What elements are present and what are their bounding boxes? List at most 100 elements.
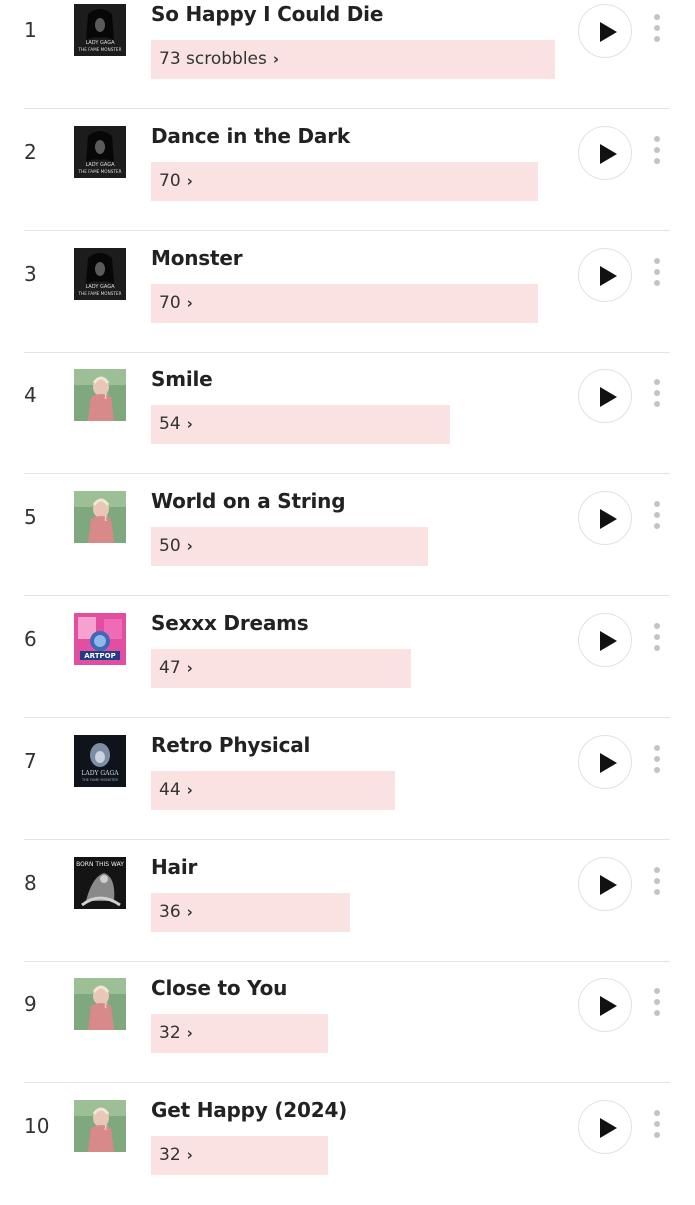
more-options-icon[interactable] [650,14,664,48]
scrobble-bar[interactable]: 36 › [151,892,350,932]
scrobble-bar[interactable]: 70 › [151,161,538,201]
scrobble-count-link[interactable]: 73 scrobbles › [159,49,279,69]
more-options-icon[interactable] [650,135,664,170]
scrobble-count-link[interactable]: 47 › [159,658,193,678]
album-cover[interactable]: ℓ [74,491,126,544]
chevron-right-icon: › [186,780,193,799]
scrobble-count: 54 [159,414,181,435]
track-row[interactable]: 4 ℓ Smile 54 › [24,353,670,475]
scrobble-count-link[interactable]: 54 › [159,414,193,434]
more-options-icon[interactable] [650,379,664,413]
more-options-icon[interactable] [650,501,664,535]
chevron-right-icon: › [186,171,193,190]
track-title[interactable]: Get Happy (2024) [151,1098,347,1122]
scrobble-count: 50 [159,536,181,557]
track-row[interactable]: 2 LADY GAGA THE FAME MONSTER Dance in the… [24,110,670,231]
play-button[interactable] [578,4,632,58]
album-cover[interactable]: ARTPOP [74,613,126,665]
track-row[interactable]: 6 ARTPOP Sexxx Dreams 47 › [24,597,670,718]
more-options-icon[interactable] [650,988,664,1022]
scrobble-count-link[interactable]: 70 › [159,293,193,313]
play-button[interactable] [578,125,632,180]
play-button[interactable] [578,369,632,424]
album-cover[interactable]: ℓ [74,978,126,1031]
track-title[interactable]: Dance in the Dark [151,124,350,148]
track-row[interactable]: 9 ℓ Close to You 32 › [24,962,670,1084]
more-options-icon[interactable] [650,744,664,779]
track-rank: 3 [24,261,37,286]
chevron-right-icon: › [186,293,193,312]
more-options-icon[interactable] [650,257,664,292]
track-row[interactable]: 10 ℓ Get Happy (2024) 32 › [24,1084,670,1205]
album-cover[interactable]: LADY GAGA THE FAME MONSTER [74,247,126,300]
track-list: 1 LADY GAGA THE FAME MONSTER So Happy I C… [0,0,695,1200]
scrobble-bar[interactable]: 47 › [151,649,411,688]
album-cover[interactable]: ℓ [74,1100,126,1153]
svg-text:THE FAME MONSTER: THE FAME MONSTER [78,47,122,52]
track-title[interactable]: Monster [151,246,243,270]
scrobble-count: 73 scrobbles [159,49,267,69]
play-button[interactable] [578,978,632,1033]
track-rank: 4 [24,383,37,408]
scrobble-bar[interactable]: 44 › [151,770,395,810]
album-cover[interactable]: ℓ [74,369,126,422]
scrobble-count-link[interactable]: 70 › [159,171,193,191]
scrobble-bar[interactable]: 32 › [151,1014,328,1054]
chevron-right-icon: › [186,537,193,556]
scrobble-count-link[interactable]: 44 › [159,780,193,800]
chevron-right-icon: › [186,1024,193,1043]
play-button[interactable] [578,1100,632,1155]
scrobble-count-link[interactable]: 50 › [159,536,193,556]
track-row[interactable]: 5 ℓ World on a String 50 › [24,475,670,597]
scrobble-count-link[interactable]: 36 › [159,902,193,922]
play-button[interactable] [578,734,632,789]
svg-text:ARTPOP: ARTPOP [84,652,115,660]
album-cover[interactable]: LADY GAGA THE FAME MONSTER [74,4,126,56]
scrobble-count: 32 [159,1145,181,1166]
track-title[interactable]: Retro Physical [151,733,310,757]
svg-text:LADY GAGA: LADY GAGA [85,284,115,290]
play-button[interactable] [578,613,632,667]
scrobble-count: 36 [159,901,181,922]
svg-text:LADY GAGA: LADY GAGA [85,162,115,168]
scrobble-bar[interactable]: 50 › [151,527,428,567]
track-rank: 8 [24,870,37,895]
svg-text:THE FAME MONSTER: THE FAME MONSTER [81,778,118,782]
track-title[interactable]: Close to You [151,976,287,1000]
track-rank: 5 [24,505,37,530]
play-button[interactable] [578,856,632,911]
scrobble-count-link[interactable]: 32 › [159,1145,193,1165]
track-title[interactable]: Smile [151,367,213,391]
track-row[interactable]: 3 LADY GAGA THE FAME MONSTER Monster 70 › [24,232,670,353]
more-options-icon[interactable] [650,623,664,657]
scrobble-bar[interactable]: 70 › [151,283,538,323]
album-cover[interactable]: LADY GAGA THE FAME MONSTER [74,734,126,787]
chevron-right-icon: › [186,1146,193,1165]
track-rank: 6 [24,627,37,651]
scrobble-bar[interactable]: 32 › [151,1136,328,1176]
play-button[interactable] [578,491,632,546]
track-row[interactable]: 8 BORN THIS WAY Hair 36 › [24,841,670,962]
album-cover[interactable]: LADY GAGA THE FAME MONSTER [74,125,126,178]
chevron-right-icon: › [186,902,193,921]
track-rank: 7 [24,748,37,773]
track-title[interactable]: Hair [151,855,197,879]
svg-text:THE FAME MONSTER: THE FAME MONSTER [78,291,122,296]
track-rank: 1 [24,18,37,42]
track-row[interactable]: 1 LADY GAGA THE FAME MONSTER So Happy I C… [24,0,670,109]
scrobble-count: 70 [159,292,181,313]
track-title[interactable]: So Happy I Could Die [151,2,383,26]
scrobble-count: 44 [159,779,181,800]
track-title[interactable]: World on a String [151,489,346,513]
scrobble-count-link[interactable]: 32 › [159,1023,193,1043]
svg-text:BORN THIS WAY: BORN THIS WAY [76,861,124,868]
scrobble-bar[interactable]: 54 › [151,405,450,445]
play-button[interactable] [578,247,632,302]
track-title[interactable]: Sexxx Dreams [151,611,309,635]
more-options-icon[interactable] [650,866,664,901]
scrobble-bar[interactable]: 73 scrobbles › [151,40,555,79]
svg-text:LADY GAGA: LADY GAGA [85,40,115,46]
track-row[interactable]: 7 LADY GAGA THE FAME MONSTER Retro Physic… [24,719,670,840]
album-cover[interactable]: BORN THIS WAY [74,856,126,909]
more-options-icon[interactable] [650,1110,664,1144]
